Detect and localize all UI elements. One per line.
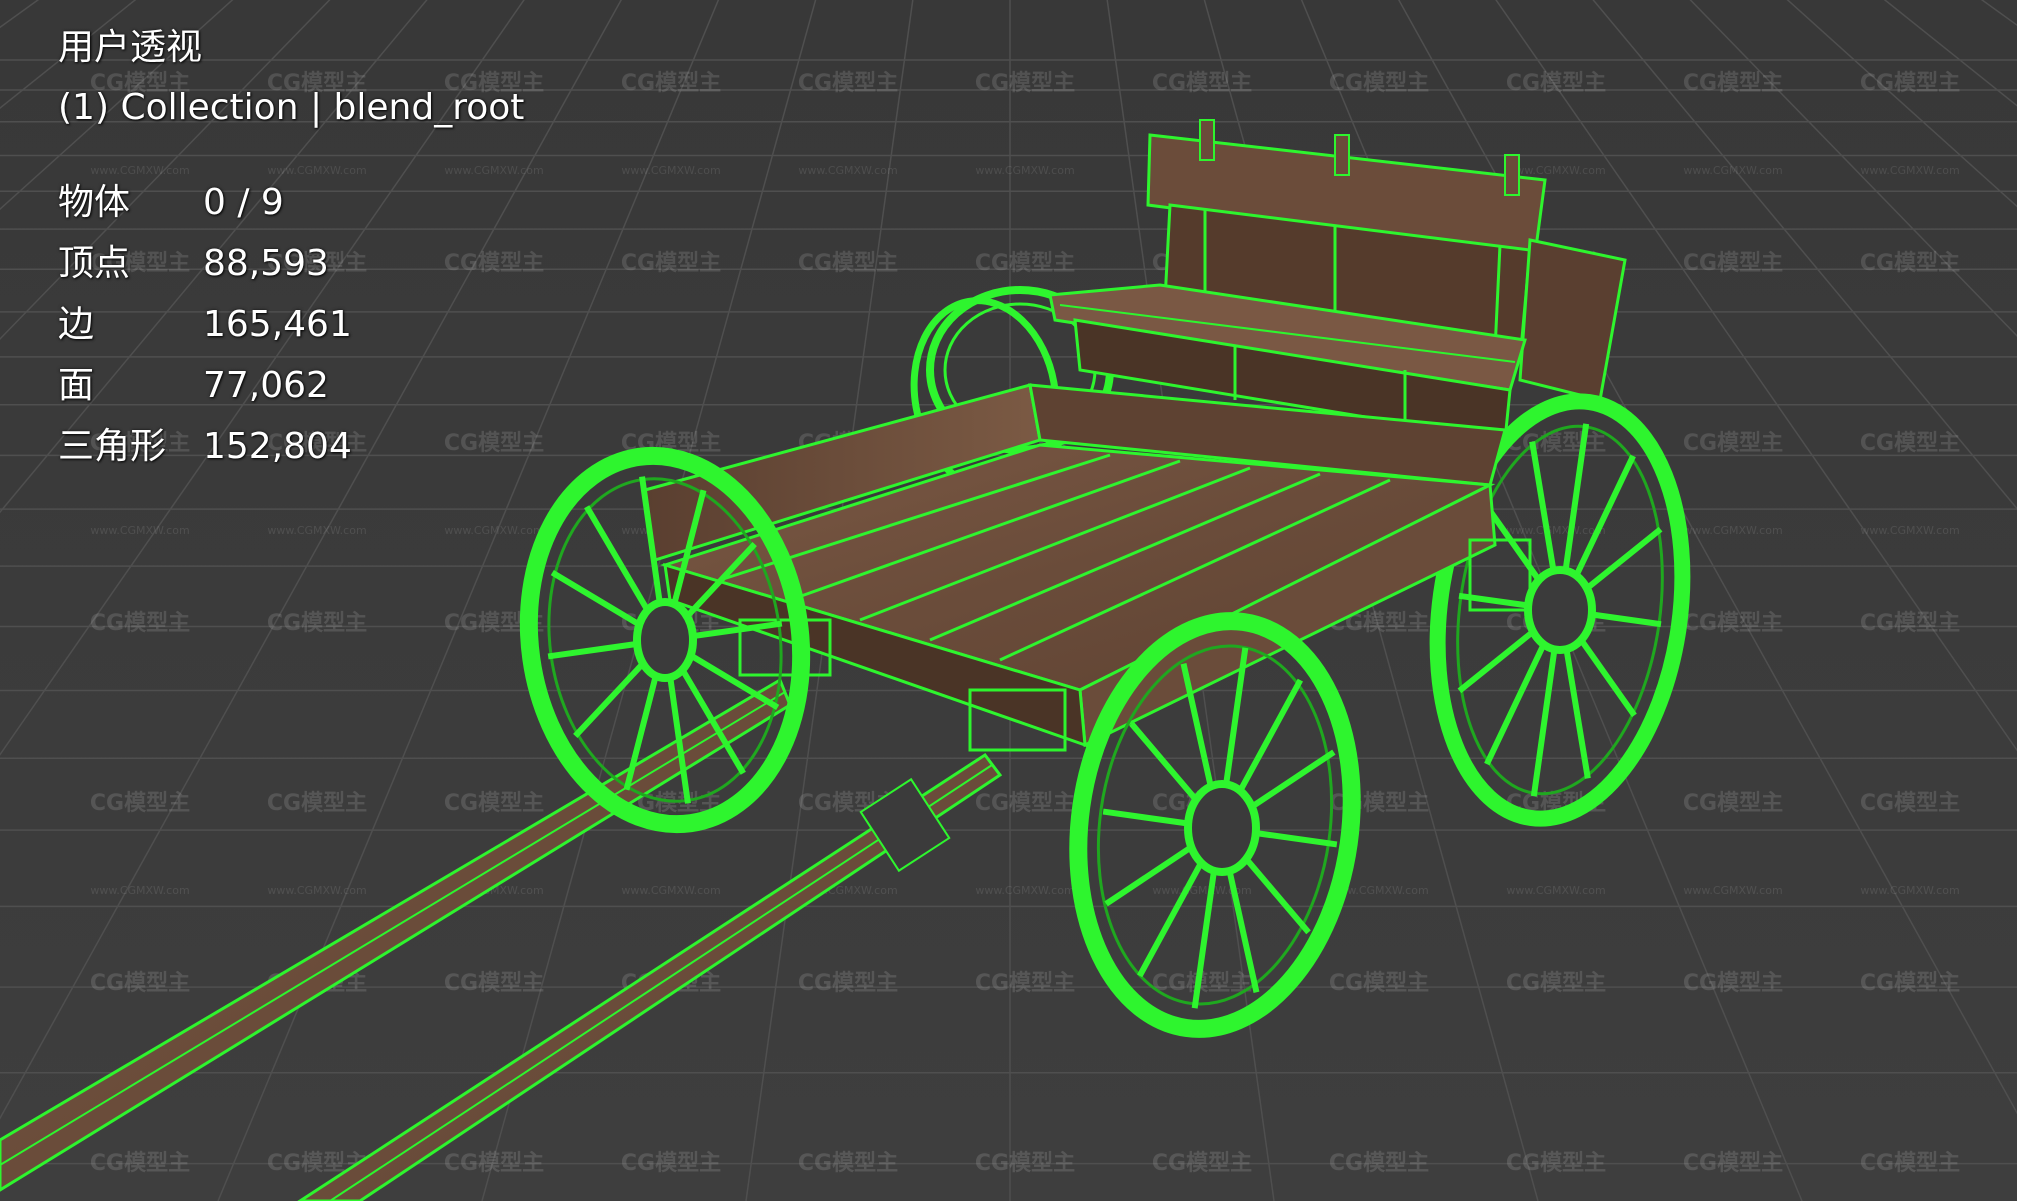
- watermark-brand: CG模型主: [1329, 71, 1429, 96]
- collection-label: (1) Collection | blend_root: [58, 87, 525, 128]
- scene-statistics: 物体 0 / 9 顶点 88,593 边 165,461 面 77,062 三角…: [58, 172, 524, 477]
- watermark-brand: CG模型主: [975, 791, 1075, 816]
- watermark-url: www.CGMXW.com: [1860, 524, 1959, 537]
- stat-value: 0 / 9: [203, 182, 284, 223]
- viewport-info-overlay: 用户透视 (1) Collection | blend_root 物体 0 / …: [58, 18, 524, 477]
- stat-label: 顶点: [58, 243, 131, 284]
- stat-triangles: 三角形 152,804: [58, 416, 524, 477]
- watermark-brand: CG模型主: [1683, 431, 1783, 456]
- watermark-brand: CG模型主: [90, 611, 190, 636]
- watermark-brand: CG模型主: [1506, 1151, 1606, 1176]
- watermark-brand: CG模型主: [1860, 1151, 1960, 1176]
- watermark-brand: CG模型主: [1860, 791, 1960, 816]
- watermark-brand: CG模型主: [1152, 1151, 1252, 1176]
- view-name-label: 用户透视: [58, 27, 203, 68]
- watermark-brand: CG模型主: [1860, 431, 1960, 456]
- watermark-url: www.CGMXW.com: [1860, 884, 1959, 897]
- watermark-brand: CG模型主: [90, 791, 190, 816]
- watermark-url: www.CGMXW.com: [975, 884, 1074, 897]
- watermark-brand: CG模型主: [798, 71, 898, 96]
- watermark-url: www.CGMXW.com: [975, 164, 1074, 177]
- watermark-brand: CG模型主: [798, 971, 898, 996]
- watermark-url: www.CGMXW.com: [1506, 524, 1605, 537]
- watermark-brand: CG模型主: [444, 971, 544, 996]
- watermark-brand: CG模型主: [1683, 71, 1783, 96]
- watermark-brand: CG模型主: [1506, 971, 1606, 996]
- watermark-brand: CG模型主: [1683, 251, 1783, 276]
- watermark-brand: CG模型主: [1860, 611, 1960, 636]
- stat-vertices: 顶点 88,593: [58, 233, 524, 294]
- watermark-brand: CG模型主: [267, 791, 367, 816]
- watermark-url: www.CGMXW.com: [1506, 884, 1605, 897]
- watermark-brand: CG模型主: [444, 791, 544, 816]
- watermark-brand: CG模型主: [975, 971, 1075, 996]
- stat-label: 物体: [58, 182, 131, 223]
- watermark-url: www.CGMXW.com: [444, 524, 543, 537]
- watermark-brand: CG模型主: [1329, 1151, 1429, 1176]
- watermark-brand: CG模型主: [621, 71, 721, 96]
- stat-label: 面: [58, 365, 95, 406]
- watermark-url: www.CGMXW.com: [267, 884, 366, 897]
- watermark-brand: CG模型主: [975, 251, 1075, 276]
- watermark-url: www.CGMXW.com: [90, 884, 189, 897]
- stat-faces: 面 77,062: [58, 355, 524, 416]
- watermark-url: www.CGMXW.com: [90, 524, 189, 537]
- stat-label: 三角形: [58, 426, 167, 467]
- watermark-brand: CG模型主: [1683, 611, 1783, 636]
- watermark-brand: CG模型主: [90, 1151, 190, 1176]
- watermark-url: www.CGMXW.com: [1683, 884, 1782, 897]
- watermark-brand: CG模型主: [1152, 71, 1252, 96]
- watermark-brand: CG模型主: [1683, 971, 1783, 996]
- watermark-brand: CG模型主: [90, 971, 190, 996]
- watermark-brand: CG模型主: [798, 1151, 898, 1176]
- watermark-url: www.CGMXW.com: [1506, 164, 1605, 177]
- stat-objects: 物体 0 / 9: [58, 172, 524, 233]
- watermark-brand: CG模型主: [798, 251, 898, 276]
- watermark-brand: CG模型主: [1860, 971, 1960, 996]
- watermark-brand: CG模型主: [1860, 251, 1960, 276]
- watermark-url: www.CGMXW.com: [1860, 164, 1959, 177]
- stat-value: 165,461: [203, 304, 352, 345]
- stat-value: 77,062: [203, 365, 329, 406]
- watermark-brand: CG模型主: [1506, 71, 1606, 96]
- stat-value: 88,593: [203, 243, 329, 284]
- watermark-brand: CG模型主: [267, 611, 367, 636]
- watermark-brand: CG模型主: [975, 1151, 1075, 1176]
- watermark-url: www.CGMXW.com: [798, 164, 897, 177]
- watermark-url: www.CGMXW.com: [267, 524, 366, 537]
- watermark-url: www.CGMXW.com: [621, 884, 720, 897]
- watermark-brand: CG模型主: [975, 71, 1075, 96]
- watermark-url: www.CGMXW.com: [1683, 164, 1782, 177]
- watermark-url: www.CGMXW.com: [621, 164, 720, 177]
- watermark-brand: CG模型主: [1860, 71, 1960, 96]
- watermark-brand: CG模型主: [1329, 971, 1429, 996]
- watermark-brand: CG模型主: [621, 251, 721, 276]
- watermark-brand: CG模型主: [444, 1151, 544, 1176]
- stat-edges: 边 165,461: [58, 294, 524, 355]
- stat-label: 边: [58, 304, 95, 345]
- watermark-url: www.CGMXW.com: [1683, 524, 1782, 537]
- stat-value: 152,804: [203, 426, 352, 467]
- watermark-brand: CG模型主: [621, 1151, 721, 1176]
- watermark-brand: CG模型主: [1683, 791, 1783, 816]
- watermark-brand: CG模型主: [1683, 1151, 1783, 1176]
